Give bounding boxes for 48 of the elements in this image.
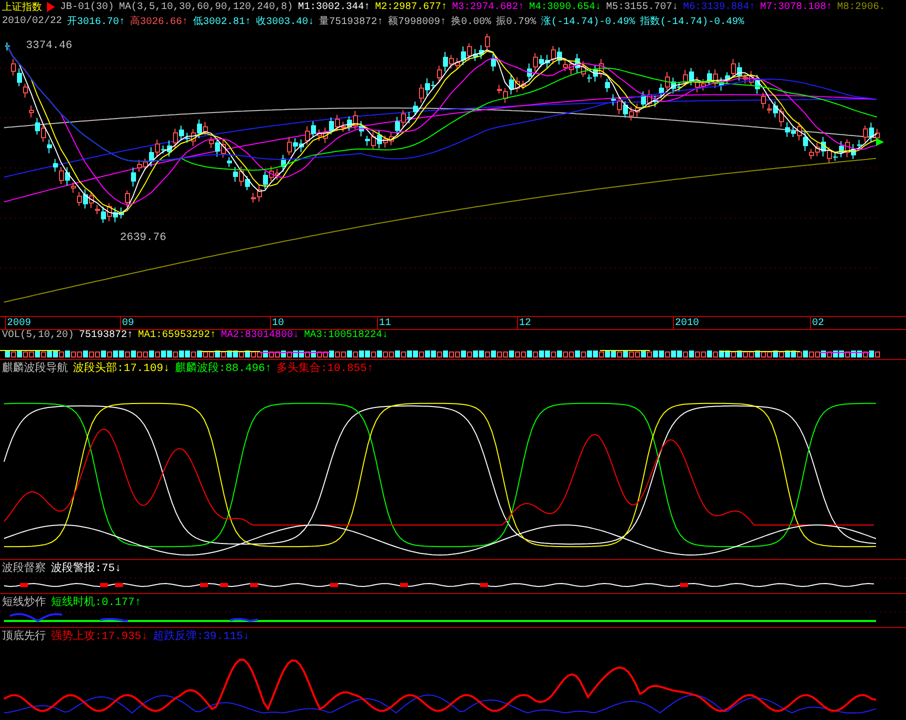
indicator-value: 强势上攻:17.935↓ <box>51 628 148 643</box>
indicator-value: 波段警报:75↓ <box>51 561 122 575</box>
volume-value: MA2:83014800↓ <box>221 330 300 341</box>
volume-label: VOL(5,10,20) <box>2 330 74 341</box>
quote-value: 低3002.81↑ <box>193 15 252 28</box>
indicator-value: M8:2906. <box>837 2 886 12</box>
low-price-label: 2639.76 <box>120 232 166 244</box>
indicator-value: M2:2987.677↑ <box>375 2 448 12</box>
quote-value: 换0.00% <box>451 15 492 28</box>
indicator-value: 多头集合:10.855↑ <box>276 361 374 375</box>
indicator-value: M3:2974.682↑ <box>452 2 524 12</box>
indicator-value: M7:3078.108↑ <box>760 2 832 12</box>
quote-value: 开3016.70↑ <box>67 15 126 28</box>
date-axis-label: 02 <box>810 317 824 330</box>
panel-title: 顶底先行 <box>2 628 46 643</box>
date-axis-label: 2009 <box>5 317 32 330</box>
triangle-icon <box>47 2 55 12</box>
volume-value: 75193872↑ <box>79 330 134 341</box>
date-axis-label: 09 <box>120 317 134 330</box>
date-axis-label: 11 <box>377 317 392 330</box>
indicator-value: M4:3090.654↓ <box>529 2 602 12</box>
volume-value: MA3:100518224↓ <box>304 330 388 341</box>
indicator-value: 超跌反弹:39.115↓ <box>152 629 250 643</box>
high-price-label: 3374.46 <box>26 40 72 52</box>
quote-value: 量75193872↑ <box>319 15 384 28</box>
quote-value: 振0.79% <box>496 15 536 28</box>
quote-value: 额7998009↑ <box>388 14 446 28</box>
date-axis-label: 10 <box>270 317 284 330</box>
indicator-value: MA(3,5,10,30,60,90,120,240,8) <box>119 2 294 12</box>
panel-title: 波段督察 <box>2 560 46 575</box>
quote-value: 高3026.66↑ <box>130 14 188 28</box>
date-label: 2010/02/22 <box>2 16 62 26</box>
indicator-value: 短线时机:0.177↑ <box>51 595 142 609</box>
date-axis-label: 2010 <box>673 317 700 330</box>
indicator-value: JB-01(30) <box>60 2 114 12</box>
indicator-value: 麒麟波段:88.496↑ <box>174 360 272 375</box>
quote-value: 涨(-14.74)-0.49% <box>541 14 636 28</box>
indicator-value: M5:3155.707↓ <box>606 2 678 12</box>
quote-value: 指数(-14.74)-0.49% <box>640 14 744 28</box>
index-name: 上证指数 <box>2 0 42 14</box>
panel-title: 麒麟波段导航 <box>2 360 68 375</box>
indicator-value: 波段头部:17.109↓ <box>73 360 170 375</box>
volume-value: MA1:65953292↑ <box>138 330 216 341</box>
indicator-value: M6:3139.884↑ <box>683 2 756 12</box>
panel-title: 短线炒作 <box>2 595 46 609</box>
indicator-value: M1:3002.344↑ <box>298 2 370 12</box>
quote-value: 收3003.40↓ <box>256 15 314 28</box>
date-axis-label: 12 <box>517 317 532 330</box>
